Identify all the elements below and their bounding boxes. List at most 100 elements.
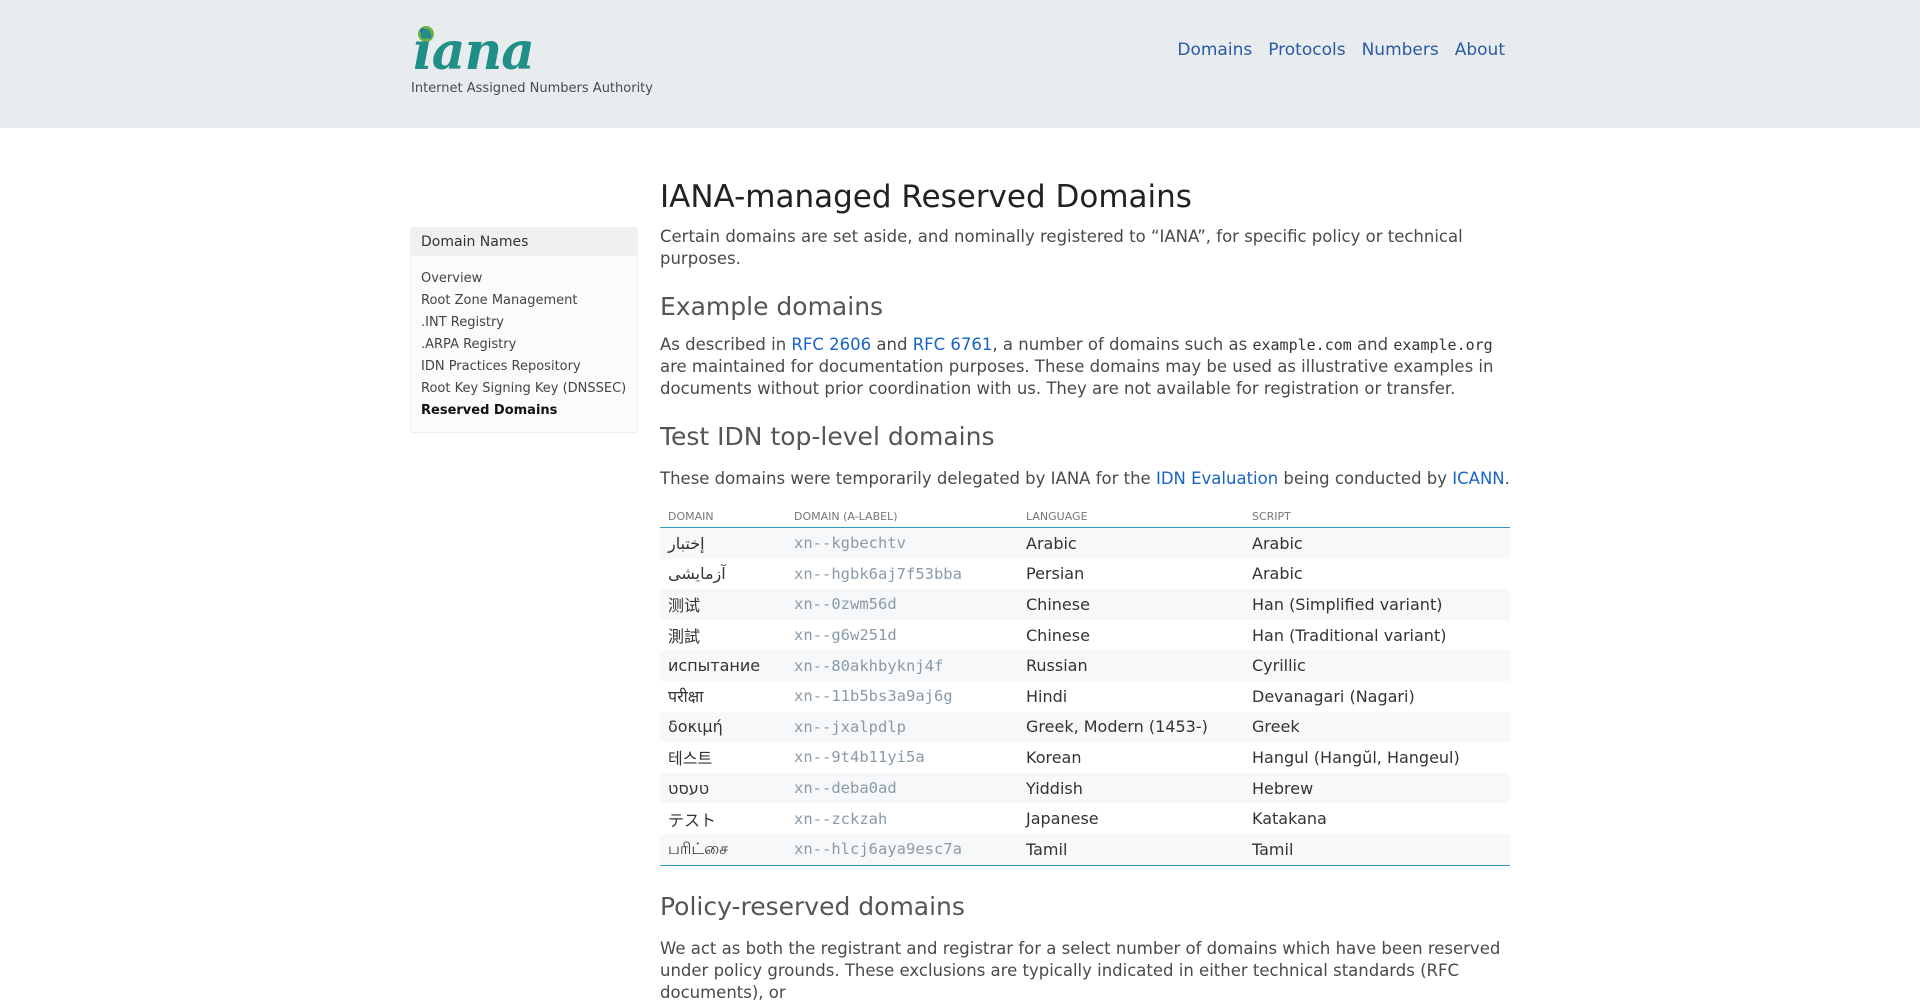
script-cell: Hangul (Hangŭl, Hangeul) xyxy=(1252,747,1460,767)
domain-cell: טעסט xyxy=(660,772,786,804)
col-language: Language xyxy=(1018,504,1244,528)
logo-tagline: Internet Assigned Numbers Authority xyxy=(411,81,653,96)
sidebar-heading: Domain Names xyxy=(411,228,637,256)
sidebar-item-idn-practices[interactable]: IDN Practices Repository xyxy=(421,356,627,378)
table-row: δοκιμή xn--jxalpdlp Greek, Modern (1453-… xyxy=(660,711,1510,743)
language-cell: Korean xyxy=(1026,747,1082,767)
idn-table: Domain Domain (A-label) Language Script … xyxy=(660,504,1510,866)
language-cell: Chinese xyxy=(1018,589,1244,620)
sidebar-item-overview[interactable]: Overview xyxy=(421,268,627,290)
domain-cell: إختبار xyxy=(660,527,786,559)
text-fragment: are maintained for documentation purpose… xyxy=(660,357,1494,398)
text-fragment: , a number of domains such as xyxy=(992,335,1253,354)
script-cell: Greek xyxy=(1244,711,1510,743)
script-cell: Han (Traditional variant) xyxy=(1252,625,1447,645)
table-row: परीक्षा xn--11b5bs3a9aj6g Hindi Devanaga… xyxy=(660,681,1510,712)
language-cell: Arabic xyxy=(1018,527,1244,559)
page-title: IANA-managed Reserved Domains xyxy=(660,179,1192,215)
col-domain: Domain xyxy=(660,504,786,528)
sidebar-item-root-zone[interactable]: Root Zone Management xyxy=(421,290,627,312)
rfc-2606-link[interactable]: RFC 2606 xyxy=(791,335,871,354)
table-row: טעסט xn--deba0ad Yiddish Hebrew xyxy=(660,772,1510,804)
language-cell: Greek, Modern (1453-) xyxy=(1018,711,1244,743)
sidebar-item-arpa-registry[interactable]: .ARPA Registry xyxy=(421,334,627,356)
language-cell: Tamil xyxy=(1018,833,1244,866)
table-row: 테스트 xn--9t4b11yi5a Korean Hangul (Hangŭl… xyxy=(660,742,1510,773)
a-label-cell: xn--11b5bs3a9aj6g xyxy=(794,687,953,706)
intro-text: Certain domains are set aside, and nomin… xyxy=(660,227,1463,268)
script-cell: Cyrillic xyxy=(1244,650,1510,681)
sidebar-item-reserved-domains[interactable]: Reserved Domains xyxy=(421,400,627,422)
a-label-cell: xn--hlcj6aya9esc7a xyxy=(786,833,1018,866)
sidebar: Domain Names Overview Root Zone Manageme… xyxy=(410,227,638,433)
example-com-code: example.com xyxy=(1252,336,1352,354)
a-label-cell: xn--jxalpdlp xyxy=(786,711,1018,743)
nav-protocols[interactable]: Protocols xyxy=(1268,40,1345,60)
table-row: آزمایشی xn--hgbk6aj7f53bba Persian Arabi… xyxy=(660,559,1510,590)
table-row: إختبار xn--kgbechtv Arabic Arabic xyxy=(660,527,1510,559)
nav-numbers[interactable]: Numbers xyxy=(1362,40,1439,60)
top-nav: Domains Protocols Numbers About xyxy=(1161,40,1505,60)
domain-cell: テスト xyxy=(668,810,717,830)
a-label-cell: xn--80akhbyknj4f xyxy=(786,650,1018,681)
a-label-cell: xn--kgbechtv xyxy=(786,527,1018,559)
example-domains-heading: Example domains xyxy=(660,292,884,321)
policy-reserved-heading: Policy-reserved domains xyxy=(660,891,965,921)
table-row: 測試 xn--g6w251d Chinese Han (Traditional … xyxy=(660,620,1510,651)
policy-reserved-text: We act as both the registrant and regist… xyxy=(660,938,1501,1002)
col-script: Script xyxy=(1244,504,1510,528)
table-header-row: Domain Domain (A-label) Language Script xyxy=(660,504,1510,528)
main-content: IANA-managed Reserved Domains Certain do… xyxy=(660,176,1510,1004)
logo-wordmark: iana xyxy=(413,21,535,82)
text-fragment: As described in xyxy=(660,335,792,354)
sidebar-item-root-ksk[interactable]: Root Key Signing Key (DNSSEC) xyxy=(421,378,627,400)
example-org-code: example.org xyxy=(1393,336,1493,354)
script-cell: Katakana xyxy=(1252,809,1327,829)
text-fragment: and xyxy=(871,335,913,354)
site-header: iana Internet Assigned Numbers Authority… xyxy=(0,0,1920,128)
language-cell: Russian xyxy=(1018,650,1244,681)
table-row: испытание xn--80akhbyknj4f Russian Cyril… xyxy=(660,650,1510,681)
language-cell: Japanese xyxy=(1026,809,1099,829)
text-fragment: being conducted by xyxy=(1278,469,1453,488)
iana-logo[interactable]: iana Internet Assigned Numbers Authority xyxy=(411,24,656,102)
domain-cell: آزمایشی xyxy=(668,564,726,584)
rfc-6761-link[interactable]: RFC 6761 xyxy=(913,335,993,354)
domain-cell: परीक्षा xyxy=(668,687,704,707)
a-label-cell: xn--zckzah xyxy=(794,809,888,828)
domain-cell: பரிட்சை xyxy=(660,833,786,866)
domain-cell: 測試 xyxy=(668,627,701,647)
idn-evaluation-link[interactable]: IDN Evaluation xyxy=(1156,469,1278,488)
language-cell: Persian xyxy=(1026,564,1085,584)
language-cell: Yiddish xyxy=(1018,772,1244,804)
test-idn-text: These domains were temporarily delegated… xyxy=(660,468,1510,490)
nav-domains[interactable]: Domains xyxy=(1177,40,1252,60)
a-label-cell: xn--g6w251d xyxy=(794,626,897,645)
sidebar-menu: Overview Root Zone Management .INT Regis… xyxy=(411,256,637,432)
domain-cell: испытание xyxy=(660,650,786,681)
a-label-cell: xn--deba0ad xyxy=(786,772,1018,804)
domain-cell: 测试 xyxy=(660,589,786,620)
language-cell: Chinese xyxy=(1026,625,1090,645)
language-cell: Hindi xyxy=(1026,686,1068,706)
a-label-cell: xn--hgbk6aj7f53bba xyxy=(794,564,962,583)
sidebar-item-int-registry[interactable]: .INT Registry xyxy=(421,312,627,334)
text-fragment: . xyxy=(1504,469,1510,488)
text-fragment: and xyxy=(1351,335,1394,354)
a-label-cell: xn--0zwm56d xyxy=(786,589,1018,620)
script-cell: Devanagari (Nagari) xyxy=(1252,686,1415,706)
script-cell: Arabic xyxy=(1252,564,1303,584)
script-cell: Arabic xyxy=(1244,527,1510,559)
a-label-cell: xn--9t4b11yi5a xyxy=(794,748,925,767)
script-cell: Hebrew xyxy=(1244,772,1510,804)
table-row: பரிட்சை xn--hlcj6aya9esc7a Tamil Tamil xyxy=(660,833,1510,866)
test-idn-heading: Test IDN top-level domains xyxy=(660,422,995,451)
domain-cell: δοκιμή xyxy=(660,711,786,743)
text-fragment: These domains were temporarily delegated… xyxy=(660,469,1156,488)
icann-link[interactable]: ICANN xyxy=(1452,469,1504,488)
col-a-label: Domain (A-label) xyxy=(786,504,1018,528)
example-domains-text: As described in RFC 2606 and RFC 6761, a… xyxy=(660,334,1510,400)
nav-about[interactable]: About xyxy=(1455,40,1505,60)
script-cell: Tamil xyxy=(1244,833,1510,866)
table-row: 测试 xn--0zwm56d Chinese Han (Simplified v… xyxy=(660,589,1510,620)
